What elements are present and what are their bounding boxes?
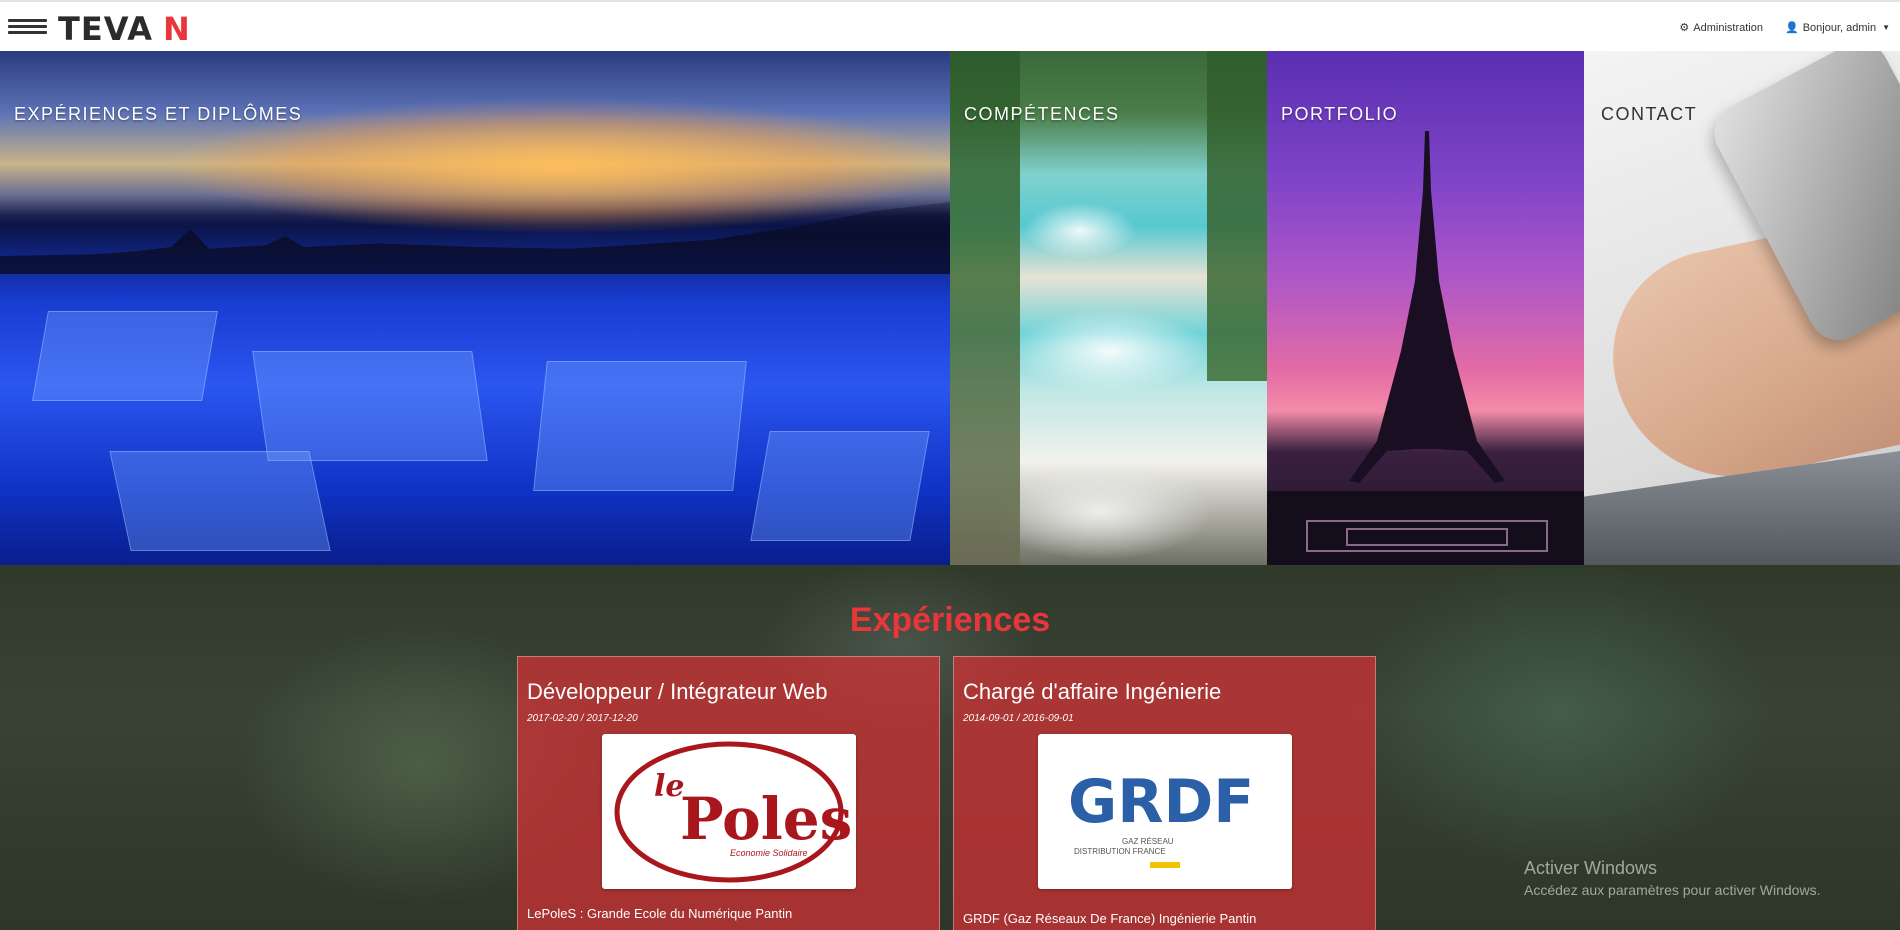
- tile-competences[interactable]: COMPÉTENCES: [950, 51, 1267, 565]
- ice-block-image: [252, 351, 488, 461]
- city-skyline-image: [0, 202, 950, 274]
- company-name: GRDF (Gaz Réseaux De France) Ingénierie …: [963, 911, 1257, 926]
- windows-activation-watermark: Activer Windows Accédez aux paramètres p…: [1524, 858, 1820, 898]
- ice-block-image: [109, 451, 331, 551]
- hamburger-menu-icon[interactable]: [8, 19, 47, 34]
- brand-accent-text: N: [163, 10, 191, 48]
- tile-experiences-diplomes[interactable]: EXPÉRIENCES ET DIPLÔMES: [0, 51, 950, 565]
- ice-block-image: [750, 431, 930, 541]
- watermark-subtitle: Accédez aux paramètres pour activer Wind…: [1524, 882, 1821, 898]
- logo-tagline: Economie Solidaire: [730, 848, 808, 858]
- company-logo-grdf: GRDF GAZ RÉSEAU DISTRIBUTION FRANCE: [1038, 734, 1292, 889]
- ice-block-image: [32, 311, 218, 401]
- brand-logo[interactable]: TEVA N: [58, 10, 191, 48]
- company-name: LePoleS : Grande Ecole du Numérique Pant…: [527, 906, 793, 921]
- tile-label: EXPÉRIENCES ET DIPLÔMES: [14, 104, 303, 124]
- gear-icon: ⚙: [1679, 22, 1690, 34]
- administration-label: Administration: [1693, 21, 1763, 34]
- ice-block-image: [533, 361, 747, 491]
- caret-down-icon: ▼: [1882, 23, 1890, 32]
- watermark-title: Activer Windows: [1524, 858, 1658, 878]
- eiffel-tower-image: [1267, 131, 1584, 565]
- navbar-right: ⚙ Administration 👤 Bonjour, admin ▼: [1679, 21, 1890, 35]
- job-dates: 2017-02-20 / 2017-12-20: [527, 713, 638, 724]
- company-logo-lepoles: le Poles Economie Solidaire: [602, 734, 856, 889]
- forest-image: [950, 51, 1020, 565]
- user-menu-dropdown[interactable]: 👤 Bonjour, admin ▼: [1784, 21, 1890, 35]
- tile-contact[interactable]: CONTACT: [1584, 51, 1900, 565]
- section-title: Expériences: [849, 601, 1051, 639]
- tile-label: COMPÉTENCES: [964, 104, 1120, 124]
- logo-subtext: DISTRIBUTION FRANCE: [1074, 847, 1166, 856]
- user-icon: 👤: [1784, 22, 1799, 34]
- brand-main-text: TEVA: [58, 10, 154, 48]
- hero-tiles: EXPÉRIENCES ET DIPLÔMES COMPÉTENCES PORT…: [0, 51, 1900, 565]
- user-greeting-label: Bonjour, admin: [1802, 21, 1877, 34]
- job-title: Développeur / Intégrateur Web: [527, 679, 828, 704]
- logo-subtext: GAZ RÉSEAU: [1122, 837, 1174, 846]
- tile-portfolio[interactable]: PORTFOLIO: [1267, 51, 1584, 565]
- job-dates: 2014-09-01 / 2016-09-01: [963, 713, 1074, 724]
- logo-text: GRDF: [1068, 767, 1254, 837]
- tile-label: CONTACT: [1601, 104, 1698, 124]
- tile-label: PORTFOLIO: [1281, 104, 1399, 124]
- top-navbar: TEVA N ⚙ Administration 👤 Bonjour, admin …: [0, 0, 1900, 51]
- forest-image: [1207, 51, 1267, 381]
- job-title: Chargé d'affaire Ingénierie: [963, 679, 1222, 704]
- experience-card[interactable]: Chargé d'affaire Ingénierie 2014-09-01 /…: [953, 656, 1376, 930]
- experience-card[interactable]: Développeur / Intégrateur Web 2017-02-20…: [517, 656, 940, 930]
- logo-text: Poles: [680, 785, 852, 853]
- administration-link[interactable]: ⚙ Administration: [1679, 21, 1763, 35]
